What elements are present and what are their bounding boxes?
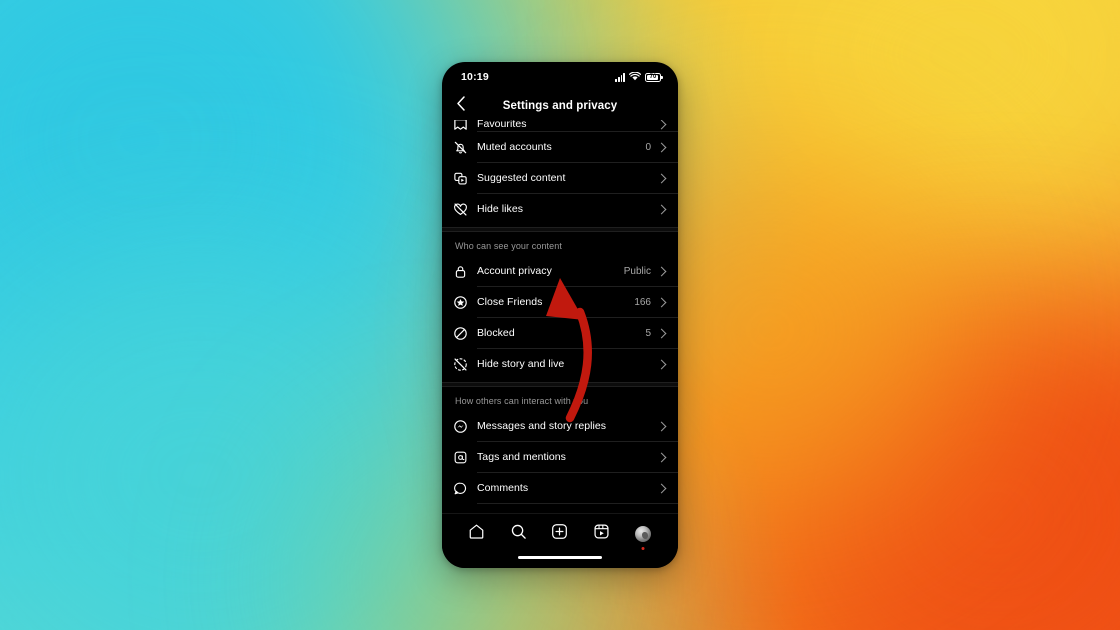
list-item-value: Public: [623, 265, 651, 277]
list-item-close-friends[interactable]: Close Friends 166: [442, 287, 678, 317]
home-icon: [468, 523, 485, 545]
list-item-label: Messages and story replies: [477, 420, 607, 432]
chevron-right-icon: [656, 328, 667, 338]
list-item-label: Tags and mentions: [477, 451, 566, 463]
chevron-right-icon: [656, 173, 667, 183]
status-time: 10:19: [461, 71, 489, 83]
list-item-value: 5: [645, 327, 651, 339]
list-item-account-privacy[interactable]: Account privacy Public: [442, 256, 678, 286]
list-item-label: Close Friends: [477, 296, 543, 308]
home-indicator: [518, 555, 602, 559]
tab-create[interactable]: [547, 521, 573, 547]
list-item-label: Hide likes: [477, 203, 524, 215]
section-header-how-others-interact: How others can interact with you: [455, 396, 589, 406]
chevron-right-icon: [656, 142, 667, 152]
chevron-right-icon: [656, 297, 667, 307]
list-item-tags-and-mentions[interactable]: Tags and mentions: [442, 442, 678, 472]
chevron-left-icon: [456, 96, 466, 116]
at-mention-icon: [453, 448, 475, 466]
list-item-messages-and-story-replies[interactable]: Messages and story replies: [442, 411, 678, 441]
chevron-right-icon: [656, 359, 667, 369]
list-item-comments[interactable]: Comments: [442, 473, 678, 503]
list-item-label: Muted accounts: [477, 141, 552, 153]
tab-profile[interactable]: [630, 521, 656, 550]
section-header-who-can-see: Who can see your content: [455, 241, 562, 251]
lock-icon: [453, 262, 475, 280]
wifi-icon: [628, 68, 642, 86]
chevron-right-icon: [656, 452, 667, 462]
profile-avatar-icon: [635, 526, 652, 542]
status-bar: 10:19 70: [442, 62, 678, 92]
list-item-value: 166: [634, 296, 651, 308]
settings-list[interactable]: Favourites Muted accounts 0 Suggested co…: [442, 120, 678, 513]
back-button[interactable]: [450, 95, 472, 117]
suggested-content-icon: [453, 169, 475, 187]
list-item-label: Suggested content: [477, 172, 566, 184]
list-item-label: Hide story and live: [477, 358, 565, 370]
messenger-icon: [453, 417, 475, 435]
list-item-muted-accounts[interactable]: Muted accounts 0: [442, 132, 678, 162]
tab-home[interactable]: [464, 521, 490, 547]
create-icon: [551, 523, 568, 545]
blocked-icon: [453, 324, 475, 342]
hide-likes-icon: [453, 200, 475, 218]
reels-icon: [593, 523, 610, 545]
list-item-hide-likes[interactable]: Hide likes: [442, 194, 678, 224]
chevron-right-icon: [656, 120, 667, 129]
chevron-right-icon: [656, 266, 667, 276]
muted-bell-icon: [453, 138, 475, 156]
bottom-tab-bar: [442, 513, 678, 568]
phone-mockup: 10:19 70 Settings and privacy Favourites…: [442, 62, 678, 568]
list-item[interactable]: Favourites: [442, 120, 678, 131]
search-icon: [510, 523, 527, 545]
list-item-sharing-and-reposts[interactable]: Sharing and reposts: [442, 504, 678, 513]
page-title: Settings and privacy: [502, 100, 618, 112]
list-item-label: Blocked: [477, 327, 515, 339]
chevron-right-icon: [656, 483, 667, 493]
list-item-label: Comments: [477, 482, 529, 494]
close-friends-icon: [453, 293, 475, 311]
battery-icon: 70: [645, 72, 663, 82]
cellular-signal-icon: [615, 72, 625, 82]
comment-icon: [453, 479, 475, 497]
list-item-value: 0: [645, 141, 651, 153]
list-item-suggested-content[interactable]: Suggested content: [442, 163, 678, 193]
list-item-blocked[interactable]: Blocked 5: [442, 318, 678, 348]
tab-reels[interactable]: [589, 521, 615, 547]
notification-dot: [641, 547, 645, 550]
nav-header: Settings and privacy: [442, 92, 678, 120]
list-item-hide-story-and-live[interactable]: Hide story and live: [442, 349, 678, 379]
list-item-label: Favourites: [477, 120, 527, 130]
clipped-top-row-wrapper: Favourites: [442, 120, 678, 131]
hide-story-icon: [453, 355, 475, 373]
list-item-label: Account privacy: [477, 265, 552, 277]
tab-search[interactable]: [505, 521, 531, 547]
battery-level: 70: [649, 74, 657, 80]
chevron-right-icon: [656, 421, 667, 431]
favourites-icon: [453, 120, 475, 131]
chevron-right-icon: [656, 204, 667, 214]
